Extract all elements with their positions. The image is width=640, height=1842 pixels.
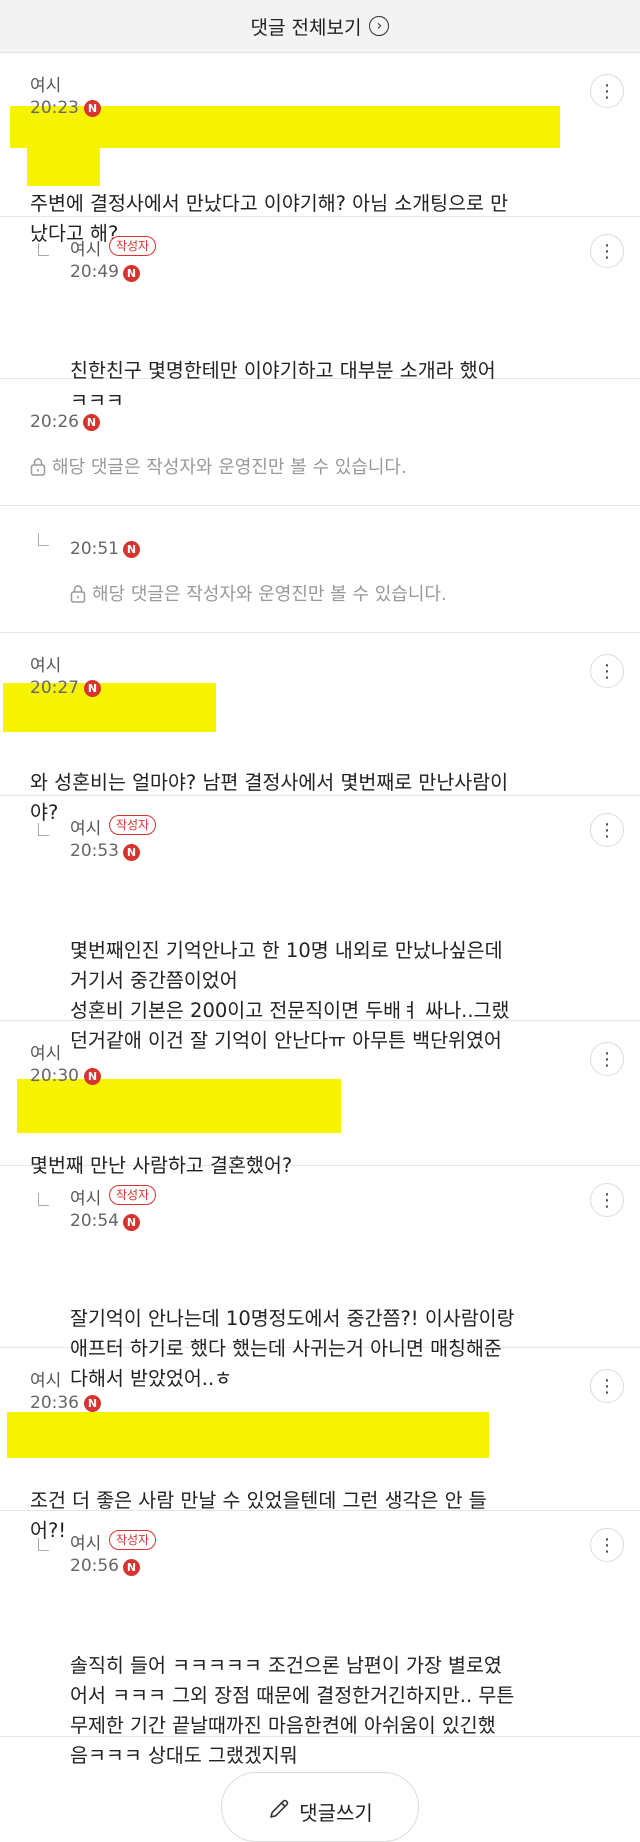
comment-time: 20:56 bbox=[70, 1556, 119, 1576]
comment-author[interactable]: 여시 bbox=[70, 814, 101, 839]
author-badge: 작성자 bbox=[109, 815, 157, 835]
comment-author[interactable]: 여시 bbox=[30, 1039, 61, 1064]
secret-comment: 20:26 N 해당 댓글은 작성자와 운영진만 볼 수 있습니다. bbox=[0, 379, 640, 506]
comment-author[interactable]: 여시 bbox=[70, 1529, 101, 1554]
reply-arrow-icon bbox=[38, 823, 49, 836]
reply-arrow-icon bbox=[38, 533, 49, 546]
lock-icon bbox=[30, 457, 46, 476]
pencil-icon bbox=[270, 1799, 289, 1818]
more-options-button[interactable]: ⋮ bbox=[590, 1528, 624, 1562]
new-badge: N bbox=[123, 541, 140, 558]
comment-time: 20:23 bbox=[30, 98, 79, 118]
comment-author[interactable]: 여시 bbox=[70, 1184, 101, 1209]
reply-comment: 여시 작성자 20:49 N ⋮ 친한친구 몇명한테만 이야기하고 대부분 소개… bbox=[0, 217, 640, 412]
more-options-button[interactable]: ⋮ bbox=[590, 74, 624, 108]
new-badge: N bbox=[84, 1068, 101, 1085]
lock-icon bbox=[70, 584, 86, 603]
secret-notice: 해당 댓글은 작성자와 운영진만 볼 수 있습니다. bbox=[70, 580, 447, 606]
new-badge: N bbox=[123, 844, 140, 861]
reply-comment: 여시 작성자 20:53 N ⋮ 몇번째인진 기억안나고 한 10명 내외로 만… bbox=[0, 796, 640, 1052]
new-badge: N bbox=[84, 100, 101, 117]
secret-reply-comment: 20:51 N 해당 댓글은 작성자와 운영진만 볼 수 있습니다. bbox=[0, 506, 640, 633]
chevron-right-circle-icon[interactable]: › bbox=[369, 16, 390, 36]
new-badge: N bbox=[84, 1395, 101, 1412]
more-options-button[interactable]: ⋮ bbox=[590, 1369, 624, 1403]
author-badge: 작성자 bbox=[109, 236, 157, 256]
comment-author[interactable]: 여시 bbox=[30, 71, 61, 96]
more-options-button[interactable]: ⋮ bbox=[590, 1183, 624, 1217]
reply-arrow-icon bbox=[38, 1538, 49, 1551]
write-comment-button[interactable]: 댓글쓰기 bbox=[221, 1772, 419, 1842]
more-options-button[interactable]: ⋮ bbox=[590, 813, 624, 847]
secret-text: 해당 댓글은 작성자와 운영진만 볼 수 있습니다. bbox=[52, 457, 407, 478]
new-badge: N bbox=[123, 265, 140, 282]
comment: 여시 20:23 N ⋮ 주변에 결정사에서 만났다고 이야기해? 아님 소개팅… bbox=[0, 53, 640, 245]
more-options-button[interactable]: ⋮ bbox=[590, 1042, 624, 1076]
comment-time: 20:26 bbox=[30, 412, 79, 432]
secret-text: 해당 댓글은 작성자와 운영진만 볼 수 있습니다. bbox=[92, 584, 447, 605]
comment-time: 20:54 bbox=[70, 1211, 119, 1231]
comment: 여시 20:27 N ⋮ 와 성혼비는 얼마야? 남편 결정사에서 몇번째로 만… bbox=[0, 633, 640, 824]
reply-comment: 여시 작성자 20:56 N ⋮ 솔직히 들어 ㅋㅋㅋㅋㅋ 조건으론 남편이 가… bbox=[0, 1511, 640, 1767]
header-bar[interactable]: 댓글 전체보기 › bbox=[0, 0, 640, 53]
comment-time: 20:36 bbox=[30, 1393, 79, 1413]
reply-arrow-icon bbox=[38, 243, 49, 256]
comment: 여시 20:36 N ⋮ 조건 더 좋은 사람 만날 수 있었을텐데 그런 생각… bbox=[0, 1348, 640, 1542]
comment-author[interactable]: 여시 bbox=[70, 235, 101, 260]
new-badge: N bbox=[123, 1559, 140, 1576]
comment-time: 20:27 bbox=[30, 678, 79, 698]
comment: 여시 20:30 N ⋮ 몇번째 만난 사람하고 결혼했어? bbox=[0, 1021, 640, 1177]
comment-author[interactable]: 여시 bbox=[30, 651, 61, 676]
secret-notice: 해당 댓글은 작성자와 운영진만 볼 수 있습니다. bbox=[30, 453, 407, 479]
more-options-button[interactable]: ⋮ bbox=[590, 654, 624, 688]
reply-arrow-icon bbox=[38, 1193, 49, 1206]
write-comment-label: 댓글쓰기 bbox=[299, 1801, 373, 1825]
new-badge: N bbox=[123, 1214, 140, 1231]
new-badge: N bbox=[84, 680, 101, 697]
comment-author[interactable]: 여시 bbox=[30, 1366, 61, 1391]
reply-comment: 여시 작성자 20:54 N ⋮ 잘기억이 안나는데 10명정도에서 중간쯤?!… bbox=[0, 1166, 640, 1390]
comment-time: 20:30 bbox=[30, 1066, 79, 1086]
more-options-button[interactable]: ⋮ bbox=[590, 234, 624, 268]
author-badge: 작성자 bbox=[109, 1185, 157, 1205]
new-badge: N bbox=[83, 414, 100, 431]
author-badge: 작성자 bbox=[109, 1530, 157, 1550]
comment-time: 20:49 bbox=[70, 262, 119, 282]
comment-time: 20:51 bbox=[70, 539, 119, 559]
comment-time: 20:53 bbox=[70, 841, 119, 861]
page-title: 댓글 전체보기 bbox=[250, 16, 362, 39]
